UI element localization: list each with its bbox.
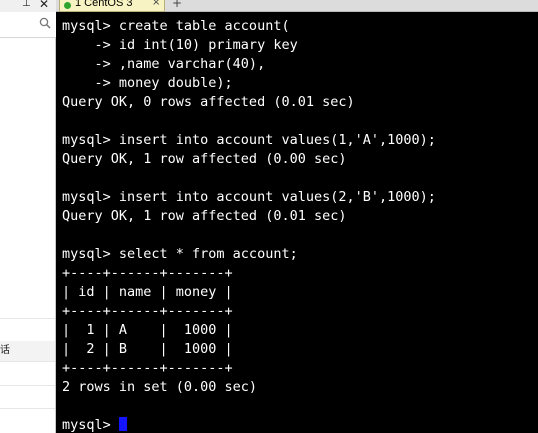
terminal-cursor (118, 417, 127, 431)
new-tab-icon[interactable]: + (172, 0, 182, 9)
tab-centos-3[interactable]: 1 CentOS 3 × (59, 0, 165, 12)
connection-status-icon (64, 2, 71, 9)
terminal[interactable]: mysql> create table account( -> id int(1… (56, 12, 538, 433)
terminal-line: mysql> insert into account values(2,'B',… (62, 189, 436, 205)
terminal-line: | 2 | B | 1000 | (62, 341, 233, 357)
tab-label: 1 CentOS 3 (75, 0, 133, 9)
terminal-line: mysql> select * from account; (62, 246, 298, 262)
pin-icon[interactable]: ⊥ (22, 0, 31, 10)
terminal-line: mysql> create table account( (62, 18, 290, 34)
sidebar-divider (0, 361, 55, 362)
tab-strip: 1 CentOS 3 × + (56, 0, 538, 12)
search-icon[interactable] (39, 17, 51, 29)
terminal-line: | 1 | A | 1000 | (62, 322, 233, 338)
terminal-prompt: mysql> (62, 417, 119, 433)
sidebar-divider (0, 385, 55, 386)
sidebar-item-label: 话 (0, 345, 10, 356)
sidebar-search[interactable] (0, 12, 56, 38)
app-window: ⊥ ✕ 话 1 CentOS 3 × + mysql> create table… (0, 0, 538, 433)
session-sidebar: ⊥ ✕ 话 (0, 0, 56, 433)
close-icon[interactable]: ✕ (39, 0, 49, 10)
terminal-line: | id | name | money | (62, 284, 233, 300)
terminal-line: +----+------+-------+ (62, 265, 233, 281)
terminal-line: Query OK, 0 rows affected (0.01 sec) (62, 94, 355, 110)
terminal-line: +----+------+-------+ (62, 303, 233, 319)
terminal-line: -> id int(10) primary key (62, 37, 298, 53)
sidebar-header: ⊥ ✕ (0, 0, 56, 12)
terminal-line: Query OK, 1 row affected (0.01 sec) (62, 208, 347, 224)
terminal-line: -> money double); (62, 75, 233, 91)
terminal-line: -> ,name varchar(40), (62, 56, 266, 72)
tab-close-icon[interactable]: × (152, 0, 160, 9)
sidebar-divider (0, 318, 55, 319)
terminal-line: Query OK, 1 row affected (0.00 sec) (62, 151, 347, 167)
terminal-line: +----+------+-------+ (62, 360, 233, 376)
terminal-line: mysql> insert into account values(1,'A',… (62, 132, 436, 148)
terminal-line: 2 rows in set (0.00 sec) (62, 379, 258, 395)
terminal-prompt-line[interactable]: mysql> (62, 416, 127, 433)
sidebar-divider (0, 408, 55, 409)
